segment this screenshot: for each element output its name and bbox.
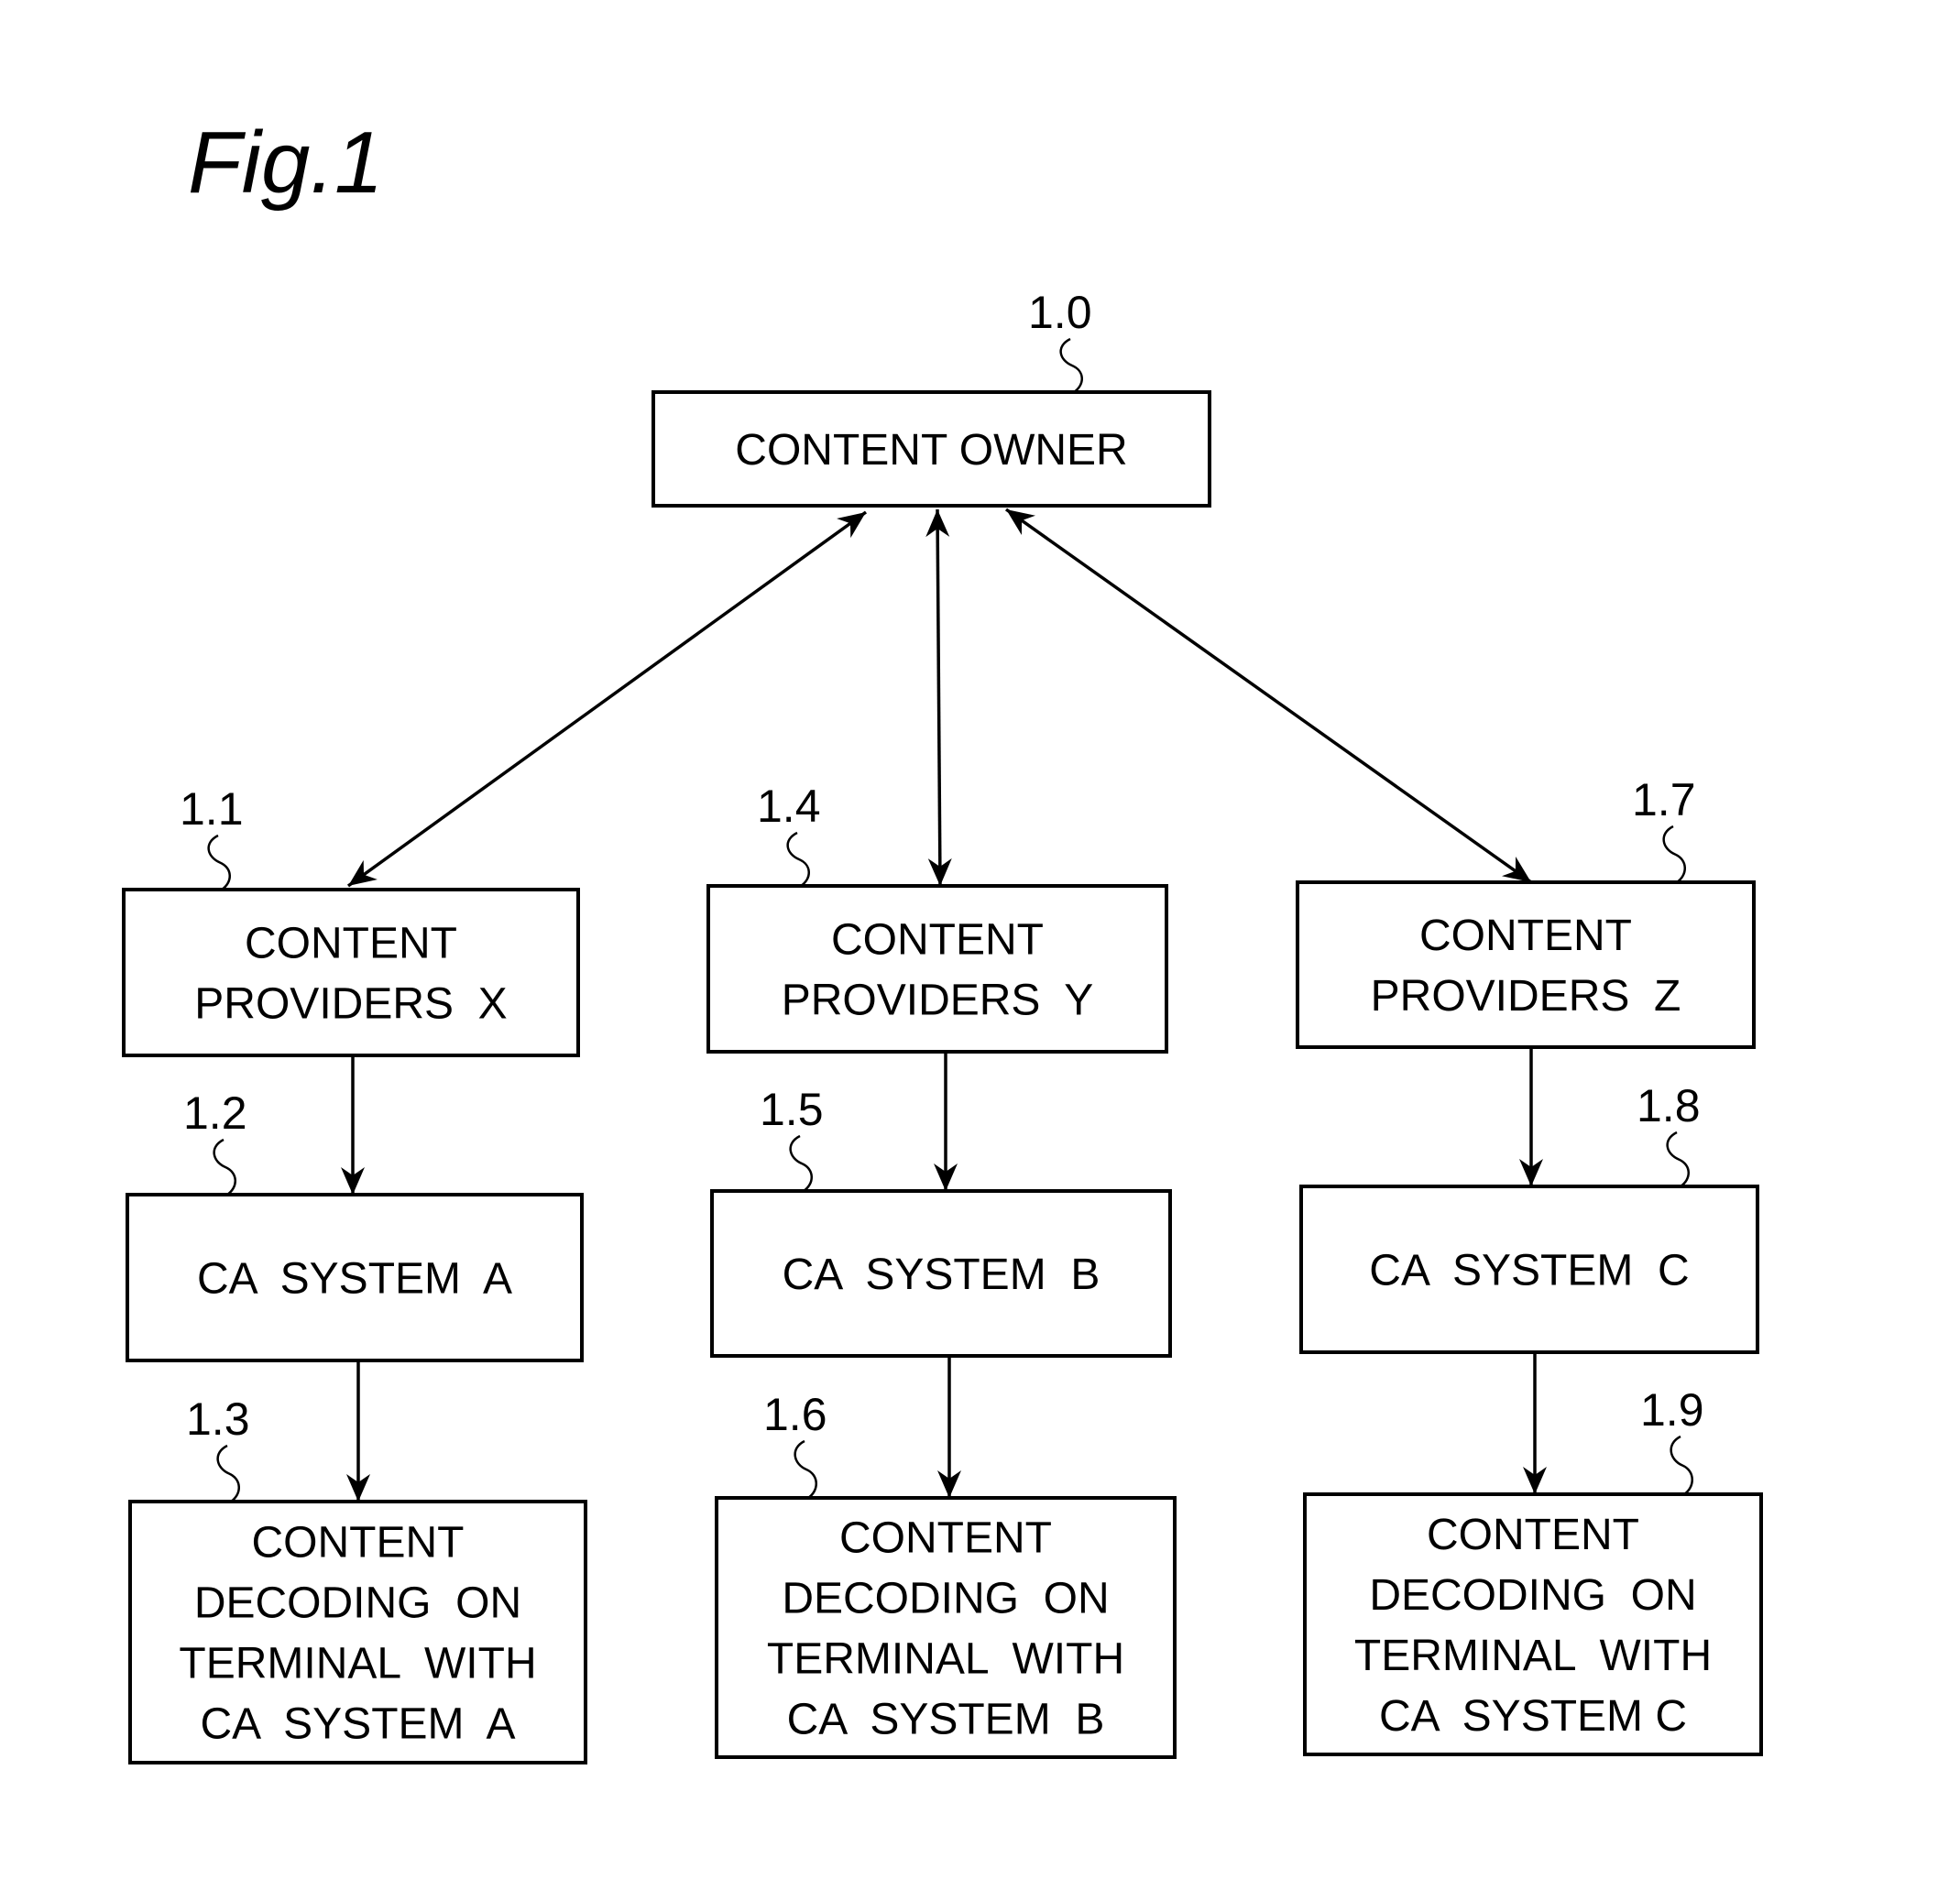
edge-line — [936, 508, 942, 887]
node-label-line: TERMINAL WITH — [767, 1635, 1124, 1684]
reference-numeral: 1.8 — [1637, 1080, 1701, 1131]
node-label-line: TERMINAL WITH — [179, 1640, 536, 1688]
edge-owner-to-prov-y — [925, 508, 952, 887]
node-label-line: CA SYSTEM B — [783, 1251, 1100, 1299]
leader-line — [789, 1134, 813, 1193]
arrowhead-icon — [837, 512, 866, 539]
node-box — [706, 884, 1168, 1054]
node-label-line: DECODING ON — [1369, 1571, 1696, 1620]
node-label-line: DECODING ON — [194, 1579, 521, 1628]
edge-prov-z-to-ca-c — [1519, 1047, 1543, 1186]
node-box — [122, 888, 580, 1057]
node-prov-x: CONTENT PROVIDERS X 1.1 — [122, 783, 580, 1057]
arrowhead-icon — [1006, 509, 1035, 535]
nodes-layer: CONTENT OWNER 1.0 CONTENT PROVIDERS X 1.1 CA … — [122, 287, 1763, 1764]
leader-line — [1059, 337, 1083, 394]
arrowhead-icon — [1502, 857, 1531, 882]
leader-line — [1662, 825, 1686, 884]
reference-numeral: 1.0 — [1028, 287, 1092, 338]
node-label-line: CONTENT — [831, 916, 1044, 965]
edge-prov-y-to-ca-b — [934, 1052, 958, 1191]
reference-numeral: 1.3 — [186, 1393, 250, 1445]
arrowhead-icon — [348, 859, 378, 886]
edge-prov-x-to-ca-a — [341, 1055, 365, 1195]
leader-line — [207, 834, 231, 891]
node-label-line: CONTENT OWNER — [735, 426, 1127, 475]
node-box — [1296, 880, 1756, 1049]
node-prov-z: CONTENT PROVIDERS Z 1.7 — [1296, 774, 1756, 1049]
node-label-line: CA SYSTEM A — [200, 1700, 515, 1749]
node-label-line: CONTENT — [1419, 912, 1632, 960]
node-dec-b: CONTENT DECODING ON TERMINAL WITH CA SYSTEM… — [715, 1389, 1177, 1759]
node-label-line: PROVIDERS X — [194, 980, 507, 1029]
reference-numeral: 1.9 — [1640, 1384, 1704, 1436]
node-ca-c: CA SYSTEM C 1.8 — [1299, 1080, 1759, 1354]
diagram-canvas: Fig.1 CONTENT OWNER 1.0 CONTENT PROVIDERS X… — [122, 114, 1763, 1764]
reference-numeral: 1.5 — [760, 1084, 824, 1135]
leader-line — [794, 1439, 817, 1500]
leader-line — [213, 1138, 236, 1196]
node-label-line: CONTENT — [245, 920, 457, 968]
node-label-line: CA SYSTEM C — [1379, 1692, 1687, 1741]
edge-ca-b-to-dec-b — [937, 1356, 961, 1498]
leader-line — [1666, 1131, 1690, 1188]
node-label-line: CONTENT — [1427, 1511, 1639, 1559]
node-prov-y: CONTENT PROVIDERS Y 1.4 — [706, 781, 1168, 1054]
node-label-line: CA SYSTEM B — [787, 1696, 1105, 1744]
reference-numeral: 1.6 — [763, 1389, 827, 1440]
figure-title: Fig.1 — [188, 114, 383, 212]
node-dec-c: CONTENT DECODING ON TERMINAL WITH CA SYSTEM… — [1303, 1384, 1763, 1756]
edge-ca-a-to-dec-a — [346, 1360, 370, 1502]
reference-numeral: 1.4 — [757, 781, 821, 832]
edge-owner-to-prov-z — [1004, 508, 1533, 884]
reference-numeral: 1.1 — [180, 783, 244, 835]
node-ca-b: CA SYSTEM B 1.5 — [710, 1084, 1172, 1358]
edge-line — [1004, 508, 1533, 884]
node-label-line: PROVIDERS Y — [782, 977, 1094, 1025]
node-label-line: PROVIDERS Z — [1371, 972, 1681, 1021]
node-label-line: CONTENT — [839, 1514, 1052, 1563]
leader-line — [786, 831, 810, 888]
node-label-line: TERMINAL WITH — [1354, 1632, 1712, 1680]
leader-line — [216, 1444, 240, 1503]
node-label-line: CONTENT — [252, 1519, 465, 1568]
reference-numeral: 1.7 — [1632, 774, 1696, 825]
leader-line — [1670, 1435, 1693, 1496]
node-ca-a: CA SYSTEM A 1.2 — [126, 1087, 584, 1362]
node-label-line: CA SYSTEM A — [197, 1255, 512, 1304]
node-owner: CONTENT OWNER 1.0 — [652, 287, 1211, 508]
node-label-line: DECODING ON — [782, 1575, 1109, 1623]
edge-ca-c-to-dec-c — [1523, 1352, 1547, 1494]
reference-numeral: 1.2 — [183, 1087, 247, 1139]
node-label-line: CA SYSTEM C — [1369, 1247, 1689, 1295]
